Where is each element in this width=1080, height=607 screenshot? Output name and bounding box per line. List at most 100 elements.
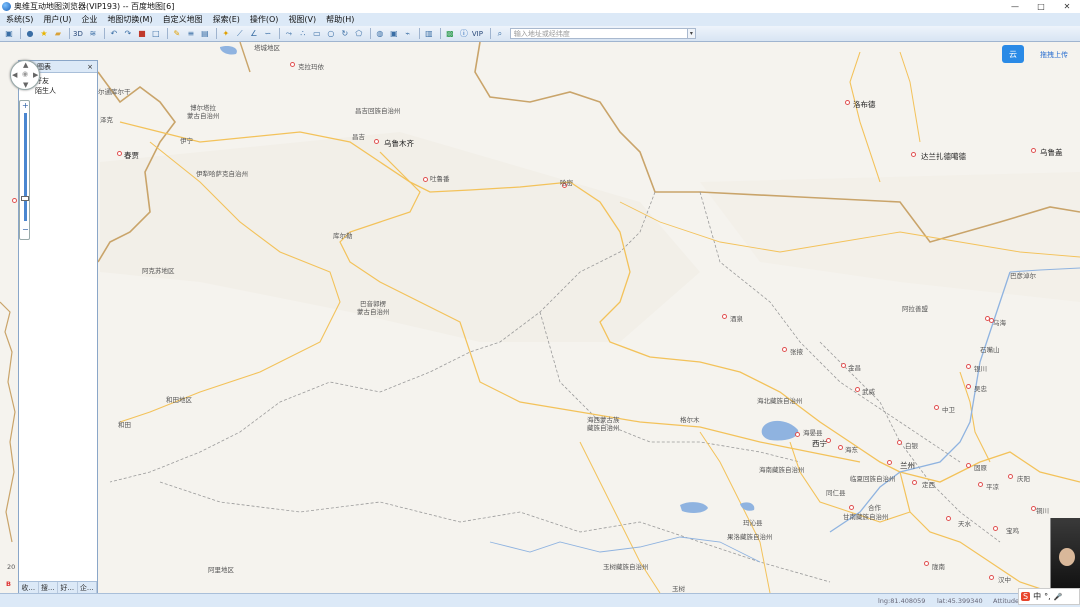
city-marker[interactable] (924, 561, 929, 566)
rectangle-icon[interactable]: ▭ (311, 28, 323, 40)
city-marker[interactable] (887, 460, 892, 465)
ime-punct[interactable]: °, (1044, 592, 1051, 601)
menu-enterprise[interactable]: 企业 (81, 14, 97, 25)
menu-operation[interactable]: 操作(O) (250, 14, 279, 25)
undo-icon[interactable]: ↶ (108, 28, 120, 40)
cloud-upload-label[interactable]: 拖拽上传 (1040, 50, 1068, 60)
city-marker[interactable] (290, 62, 295, 67)
city-marker[interactable] (855, 387, 860, 392)
ime-toolbar[interactable]: S 中 °, 🎤 (1018, 588, 1080, 605)
city-marker[interactable] (795, 432, 800, 437)
chevron-down-icon[interactable]: ▾ (687, 28, 696, 39)
pan-right-icon[interactable]: ▶ (33, 71, 38, 79)
globe-icon[interactable]: ◍ (374, 28, 386, 40)
3d-button[interactable]: 3D (73, 30, 83, 38)
city-marker[interactable] (12, 198, 17, 203)
polyline-icon[interactable]: ∠ (248, 28, 260, 40)
layers-icon[interactable]: ≋ (87, 28, 99, 40)
delete-icon[interactable]: ■ (136, 28, 148, 40)
city-marker[interactable] (838, 445, 843, 450)
zoom-out-icon[interactable]: − (22, 225, 29, 234)
map-label: 海东 (845, 446, 858, 454)
image-icon[interactable]: ▤ (199, 28, 211, 40)
city-marker[interactable] (849, 505, 854, 510)
zoom-in-icon[interactable]: + (22, 101, 29, 110)
city-marker[interactable] (989, 575, 994, 580)
redo-icon[interactable]: ↷ (122, 28, 134, 40)
city-marker[interactable] (993, 526, 998, 531)
search-input[interactable]: 输入地址或经纬度 (509, 28, 688, 39)
screen-icon[interactable]: ▣ (388, 28, 400, 40)
circle-icon[interactable]: ○ (325, 28, 337, 40)
close-button[interactable]: ✕ (1054, 0, 1080, 13)
user-icon[interactable]: ● (24, 28, 36, 40)
city-marker[interactable] (374, 139, 379, 144)
city-marker[interactable] (1031, 148, 1036, 153)
menu-custom-map[interactable]: 自定义地图 (163, 14, 203, 25)
city-marker[interactable] (841, 363, 846, 368)
city-marker[interactable] (912, 480, 917, 485)
zoom-track[interactable] (24, 113, 27, 221)
menu-help[interactable]: 帮助(H) (326, 14, 354, 25)
list-item-strangers[interactable]: 陌生人 (35, 86, 93, 96)
minimize-button[interactable]: — (1002, 0, 1028, 13)
map-canvas[interactable]: 塔城地区 克拉玛依 尔通库尔干 博尔塔拉 蒙古自治州 昌吉回族自治州 昌吉 乌鲁… (0, 42, 1080, 593)
info-icon[interactable]: ⓘ (458, 28, 470, 40)
city-marker[interactable] (897, 440, 902, 445)
tag-icon[interactable]: ⌁ (402, 28, 414, 40)
rotate-icon[interactable]: ↻ (339, 28, 351, 40)
city-marker[interactable] (966, 384, 971, 389)
chart-icon[interactable]: ▥ (423, 28, 435, 40)
panel-close-icon[interactable]: × (87, 63, 93, 71)
city-marker[interactable] (911, 152, 916, 157)
message-icon[interactable]: ▩ (444, 28, 456, 40)
city-marker[interactable] (966, 364, 971, 369)
curve-icon[interactable]: ∽ (262, 28, 274, 40)
maximize-button[interactable]: □ (1028, 0, 1054, 13)
list-item-friends[interactable]: 好友 (35, 76, 93, 86)
menu-user[interactable]: 用户(U) (43, 14, 71, 25)
city-marker[interactable] (722, 314, 727, 319)
select-icon[interactable]: □ (150, 28, 162, 40)
vip-button[interactable]: VIP (472, 30, 483, 38)
share-icon[interactable]: ✦ (220, 28, 232, 40)
ruler-icon[interactable]: ≡ (185, 28, 197, 40)
line-icon[interactable]: ⟋ (234, 28, 246, 40)
city-marker[interactable] (978, 482, 983, 487)
polygon-icon[interactable]: ⬠ (353, 28, 365, 40)
toolbar-separator (69, 28, 70, 39)
map-label: 银川 (974, 365, 987, 373)
city-marker[interactable] (117, 151, 122, 156)
ime-mode[interactable]: 中 (1033, 591, 1041, 602)
city-marker[interactable] (946, 516, 951, 521)
menu-explore[interactable]: 探索(E) (213, 14, 240, 25)
city-marker[interactable] (966, 463, 971, 468)
save-icon[interactable]: ▣ (3, 28, 15, 40)
cloud-upload-icon[interactable]: 云 (1002, 45, 1024, 63)
ime-logo-icon[interactable]: S (1021, 592, 1031, 601)
city-marker[interactable] (423, 177, 428, 182)
pan-down-icon[interactable]: ▼ (23, 81, 28, 89)
microphone-icon[interactable]: 🎤 (1054, 593, 1063, 601)
city-marker[interactable] (782, 347, 787, 352)
menu-map-switch[interactable]: 地图切换(M) (107, 14, 152, 25)
star-icon[interactable]: ★ (38, 28, 50, 40)
menu-system[interactable]: 系统(S) (6, 14, 33, 25)
pan-center-icon[interactable]: ◉ (22, 70, 28, 78)
path-icon[interactable]: ⤳ (283, 28, 295, 40)
city-marker[interactable] (1008, 474, 1013, 479)
city-marker[interactable] (934, 405, 939, 410)
pan-control[interactable]: ▲ ◀ ▶ ▼ ◉ (10, 60, 40, 90)
pan-left-icon[interactable]: ◀ (12, 71, 17, 79)
map-label: 蒙古自治州 (357, 308, 390, 316)
search-icon[interactable]: ⌕ (494, 28, 506, 40)
pencil-icon[interactable]: ✎ (171, 28, 183, 40)
zoom-slider[interactable]: + − (19, 100, 30, 240)
points-icon[interactable]: ∴ (297, 28, 309, 40)
menu-view[interactable]: 视图(V) (288, 14, 316, 25)
city-marker[interactable] (845, 100, 850, 105)
zoom-handle[interactable] (21, 196, 29, 201)
map-label: 中卫 (942, 406, 955, 414)
pan-up-icon[interactable]: ▲ (23, 61, 28, 69)
folder-icon[interactable]: ▰ (52, 28, 64, 40)
